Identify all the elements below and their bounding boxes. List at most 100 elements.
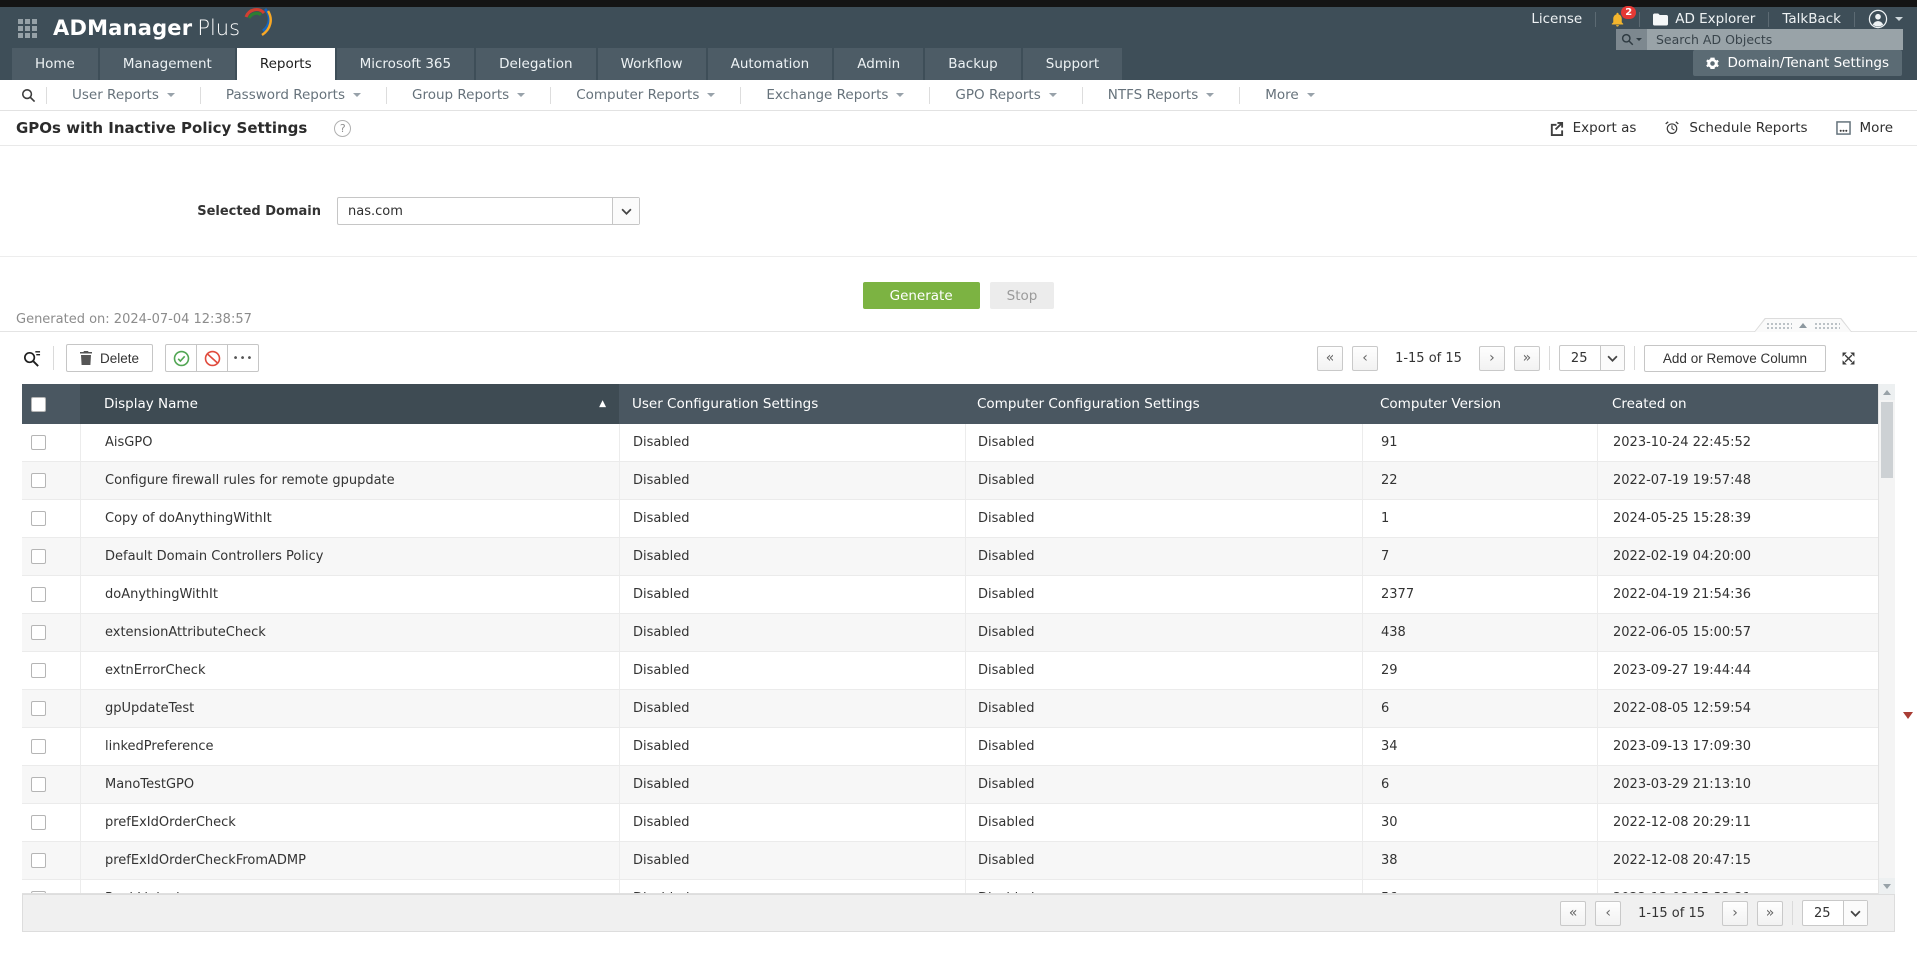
toolbar-pagination: « ‹ 1-15 of 15 › » 25 Add or Remove Colu…	[1317, 344, 1895, 372]
column-header-user-config[interactable]: User Configuration Settings	[619, 384, 965, 424]
add-remove-column-button[interactable]: Add or Remove Column	[1643, 344, 1826, 372]
select-all-checkbox[interactable]	[31, 396, 46, 412]
next-page-button[interactable]: ›	[1478, 345, 1505, 371]
row-checkbox[interactable]	[31, 511, 46, 526]
more-actions-button[interactable]: More	[1835, 120, 1893, 136]
report-nav-label: GPO Reports	[955, 87, 1041, 103]
report-nav-user-reports[interactable]: User Reports	[46, 86, 200, 104]
cell-computer-version: 438	[1362, 614, 1597, 651]
tab-support[interactable]: Support	[1022, 48, 1123, 80]
row-checkbox[interactable]	[31, 815, 46, 830]
row-action-group: •••	[165, 344, 260, 372]
prev-page-button[interactable]: ‹	[1352, 345, 1379, 371]
domain-select[interactable]: nas.com	[337, 197, 640, 225]
row-checkbox[interactable]	[31, 891, 46, 893]
chevron-down-icon	[1636, 38, 1642, 44]
notifications-button[interactable]: 2	[1609, 5, 1637, 28]
first-page-button[interactable]: «	[1317, 345, 1344, 371]
enable-button[interactable]	[165, 344, 198, 372]
tab-backup[interactable]: Backup	[925, 48, 1021, 80]
tab-microsoft-365[interactable]: Microsoft 365	[336, 48, 475, 80]
column-header-display-name[interactable]: Display Name ▲	[80, 384, 619, 424]
cell-computer-config: Disabled	[965, 424, 1362, 461]
footer-last-page-button[interactable]: »	[1757, 900, 1783, 926]
row-checkbox[interactable]	[31, 777, 46, 792]
cell-computer-version: 29	[1362, 652, 1597, 689]
column-header-computer-version[interactable]: Computer Version	[1362, 384, 1597, 424]
tab-admin[interactable]: Admin	[834, 48, 924, 80]
footer-next-page-button[interactable]: ›	[1722, 900, 1748, 926]
row-checkbox[interactable]	[31, 549, 46, 564]
report-nav-password-reports[interactable]: Password Reports	[199, 86, 386, 104]
export-as-button[interactable]: Export as	[1549, 120, 1636, 136]
report-nav-gpo-reports[interactable]: GPO Reports	[929, 86, 1081, 104]
tab-management[interactable]: Management	[99, 48, 235, 80]
row-checkbox[interactable]	[31, 853, 46, 868]
divider	[1633, 346, 1635, 370]
table-scrollbar	[1878, 384, 1895, 894]
last-page-button[interactable]: »	[1513, 345, 1540, 371]
ad-explorer-link[interactable]: AD Explorer	[1653, 11, 1755, 27]
cell-computer-config: Disabled	[965, 500, 1362, 537]
cell-display-name: AisGPO	[80, 424, 619, 461]
fullscreen-button[interactable]	[1840, 350, 1857, 367]
app-launcher-icon[interactable]	[18, 19, 37, 38]
row-checkbox[interactable]	[31, 473, 46, 488]
cell-user-config: Disabled	[619, 462, 965, 499]
talkback-link[interactable]: TalkBack	[1782, 11, 1841, 27]
stop-button[interactable]: Stop	[989, 282, 1055, 309]
cell-user-config: Disabled	[619, 424, 965, 461]
tab-automation[interactable]: Automation	[707, 48, 833, 80]
cell-computer-version: 1	[1362, 500, 1597, 537]
cell-computer-version: 91	[1362, 424, 1597, 461]
report-nav-ntfs-reports[interactable]: NTFS Reports	[1081, 86, 1240, 104]
schedule-reports-button[interactable]: Schedule Reports	[1664, 120, 1808, 136]
domain-tenant-settings-button[interactable]: Domain/Tenant Settings	[1693, 50, 1902, 76]
cell-created-on: 2022-02-19 04:20:00	[1597, 538, 1895, 575]
cell-display-name: gpUpdateTest	[80, 690, 619, 727]
generate-button[interactable]: Generate	[862, 282, 980, 309]
report-search-button[interactable]	[10, 88, 46, 103]
row-select-cell	[22, 424, 80, 461]
cell-created-on: 2023-10-24 22:45:52	[1597, 424, 1895, 461]
footer-first-page-button[interactable]: «	[1560, 900, 1587, 926]
help-icon[interactable]: ?	[334, 119, 352, 137]
select-all-cell	[22, 384, 80, 424]
tab-reports[interactable]: Reports	[236, 48, 335, 80]
scroll-down-indicator[interactable]	[1903, 712, 1913, 724]
row-checkbox[interactable]	[31, 435, 46, 450]
cell-display-name: doAnythingWithIt	[80, 576, 619, 613]
collapse-panel-handle[interactable]	[1754, 318, 1852, 332]
report-nav-computer-reports[interactable]: Computer Reports	[550, 86, 740, 104]
scrollbar-thumb[interactable]	[1881, 402, 1893, 478]
license-link[interactable]: License	[1531, 11, 1582, 27]
user-menu[interactable]	[1868, 9, 1903, 29]
tab-workflow[interactable]: Workflow	[597, 48, 706, 80]
column-header-computer-config[interactable]: Computer Configuration Settings	[965, 384, 1362, 424]
page-title: GPOs with Inactive Policy Settings	[16, 119, 308, 137]
report-nav-exchange-reports[interactable]: Exchange Reports	[740, 86, 929, 104]
disable-button[interactable]	[196, 344, 229, 372]
table-search-button[interactable]	[22, 349, 41, 368]
search-scope-button[interactable]	[1616, 29, 1647, 50]
report-nav-more[interactable]: More	[1239, 86, 1339, 104]
scroll-down-button[interactable]	[1879, 878, 1895, 894]
report-nav-group-reports[interactable]: Group Reports	[386, 86, 550, 104]
brand-name: ADManager	[53, 15, 193, 40]
row-checkbox[interactable]	[31, 587, 46, 602]
search-input[interactable]	[1647, 29, 1903, 50]
row-checkbox[interactable]	[31, 625, 46, 640]
row-checkbox[interactable]	[31, 739, 46, 754]
more-row-actions-button[interactable]: •••	[227, 344, 260, 372]
footer-prev-page-button[interactable]: ‹	[1595, 900, 1622, 926]
footer-page-range-text: 1-15 of 15	[1638, 905, 1705, 921]
tab-delegation[interactable]: Delegation	[476, 48, 596, 80]
row-checkbox[interactable]	[31, 663, 46, 678]
delete-button[interactable]: Delete	[66, 344, 154, 372]
tab-home[interactable]: Home	[12, 48, 98, 80]
column-header-created-on[interactable]: Created on	[1597, 384, 1895, 424]
footer-page-size-select[interactable]: 25	[1802, 900, 1868, 926]
page-size-select[interactable]: 25	[1558, 345, 1625, 371]
row-checkbox[interactable]	[31, 701, 46, 716]
scroll-up-button[interactable]	[1879, 384, 1895, 400]
